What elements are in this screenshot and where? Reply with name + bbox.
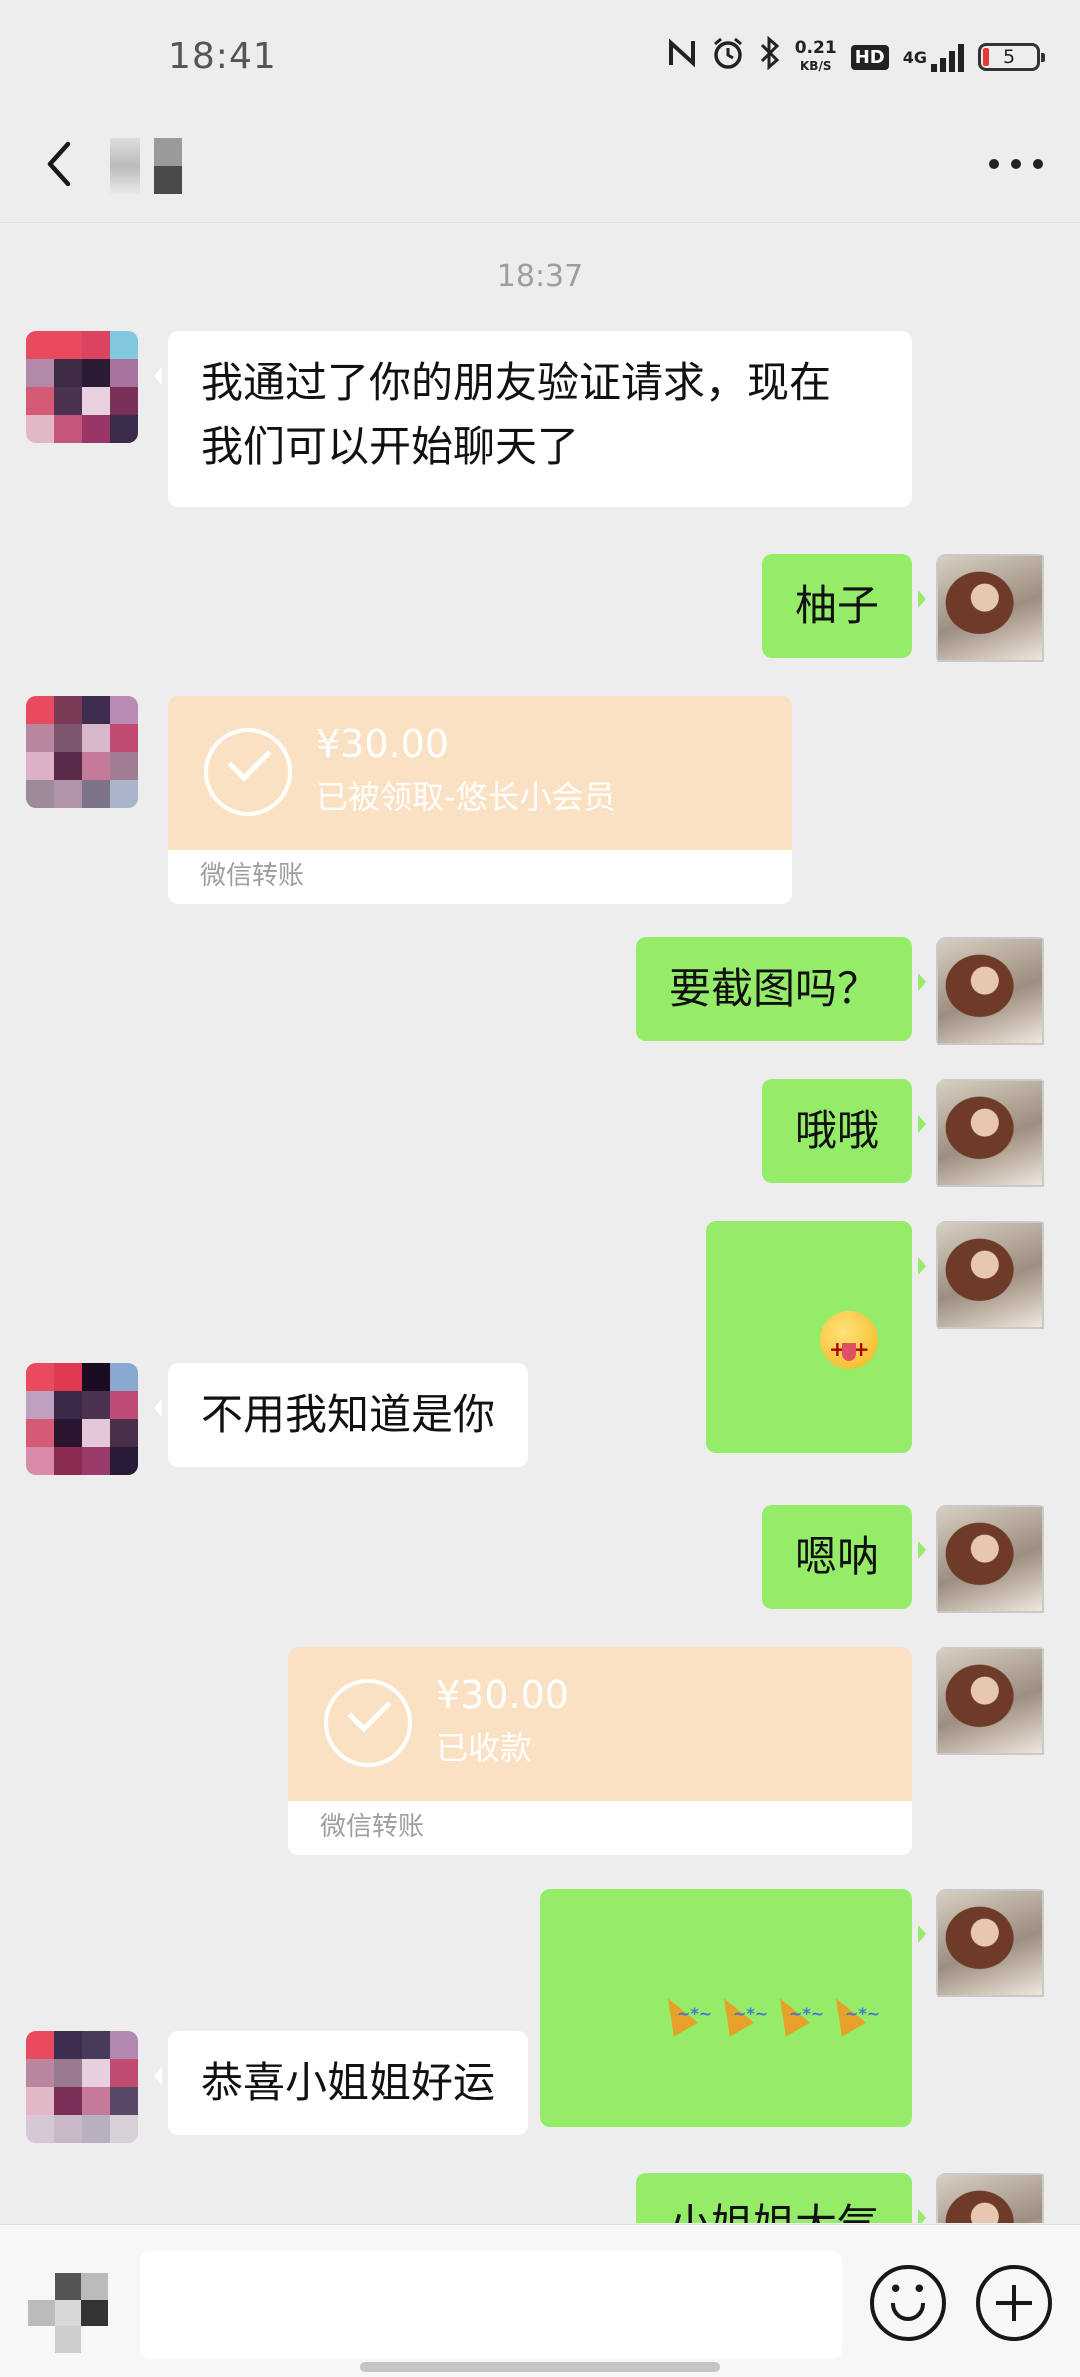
signal-icon (931, 42, 964, 72)
transfer-card[interactable]: ¥30.00 已收款 微信转账 (288, 1647, 912, 1855)
user-avatar[interactable] (936, 1221, 1048, 1333)
net-speed: 0.21 KB/S (795, 39, 837, 75)
user-avatar[interactable] (936, 1647, 1048, 1759)
check-circle-icon (324, 1679, 412, 1767)
battery-icon: 5 (978, 43, 1045, 71)
user-avatar[interactable] (936, 1079, 1048, 1191)
party-popper-icon (715, 1982, 768, 2046)
chat-header (0, 110, 1080, 223)
party-popper-icon (771, 1982, 824, 2046)
transfer-card-body: ¥30.00 已被领取-悠长小会员 (168, 696, 792, 850)
message-bubble[interactable]: 我通过了你的朋友验证请求，现在 我们可以开始聊天了 (154, 331, 912, 507)
contact-avatar[interactable] (26, 696, 138, 808)
input-bar (0, 2224, 1080, 2377)
message-input[interactable] (140, 2251, 842, 2359)
message-row: ¥30.00 已收款 微信转账 (0, 1647, 1080, 1857)
net-speed-value: 0.21 (794, 38, 837, 58)
message-row: 要截图吗？ (0, 937, 1080, 1049)
message-bubble[interactable]: 恭喜小姐姐好运 (153, 2031, 529, 2135)
message-row: 恭喜小姐姐好运 (0, 2031, 1080, 2143)
user-avatar[interactable] (936, 937, 1048, 1049)
plus-circle-icon[interactable] (976, 2265, 1052, 2341)
smiley-face-icon[interactable] (870, 2265, 946, 2341)
user-avatar[interactable] (936, 554, 1048, 666)
status-time: 18:41 (168, 36, 277, 77)
user-avatar[interactable] (936, 1505, 1048, 1617)
message-bubble[interactable]: 嗯呐 (761, 1505, 927, 1609)
contact-avatar[interactable] (26, 331, 138, 443)
transfer-footer: 微信转账 (200, 861, 305, 891)
user-avatar[interactable] (936, 2173, 1048, 2223)
transfer-footer: 微信转账 (320, 1812, 425, 1842)
status-icons: 0.21 KB/S HD 4G 5 (667, 35, 1045, 78)
more-dots-icon[interactable] (984, 144, 1048, 184)
contact-avatar[interactable] (26, 1363, 138, 1475)
message-bubble[interactable]: 柚子 (761, 554, 927, 658)
contact-avatar[interactable] (26, 2031, 138, 2143)
transfer-status: 已被领取-悠长小会员 (316, 778, 616, 816)
home-indicator[interactable] (360, 2362, 720, 2372)
transfer-status: 已收款 (436, 1729, 533, 1767)
message-row (0, 1889, 1080, 2127)
dizzy-tongue-face-icon (820, 1310, 878, 1381)
message-bubble[interactable]: 小姐姐大气 (635, 2173, 927, 2223)
message-row: 小姐姐大气 (0, 2173, 1080, 2223)
message-timestamp: 18:37 (496, 259, 584, 294)
check-circle-icon (204, 728, 292, 816)
hd-badge: HD (850, 44, 889, 70)
message-bubble[interactable]: 不用我知道是你 (153, 1363, 529, 1467)
transfer-amount: ¥30.00 (316, 722, 449, 766)
message-bubble[interactable]: 哦哦 (761, 1079, 927, 1183)
contact-name-mosaic (110, 138, 140, 194)
status-bar: 18:41 0.21 KB/S HD 4G 5 (0, 0, 1080, 110)
transfer-card-body: ¥30.00 已收款 (288, 1647, 912, 1801)
bluetooth-icon (759, 35, 781, 78)
message-bubble[interactable]: 要截图吗？ (635, 937, 927, 1041)
message-row: 嗯呐 (0, 1505, 1080, 1617)
contact-name-mosaic (154, 138, 182, 194)
party-popper-icon (659, 1982, 712, 2046)
battery-level: 5 (1002, 46, 1016, 68)
message-row: ¥30.00 已被领取-悠长小会员 微信转账 (0, 696, 1080, 906)
network-type: 4G (902, 47, 927, 67)
message-row (0, 1221, 1080, 1453)
chevron-left-icon[interactable] (32, 134, 92, 194)
chat-messages[interactable]: 18:37 我通过了你的朋友验证请求，现在 我们可以开始聊天了 柚子 ¥30.0… (0, 223, 1080, 2223)
message-row: 不用我知道是你 (0, 1363, 1080, 1475)
alarm-icon (711, 36, 745, 78)
transfer-amount: ¥30.00 (436, 1673, 569, 1717)
voice-input-icon[interactable] (28, 2273, 108, 2353)
net-speed-unit: KB/S (800, 59, 832, 73)
user-avatar[interactable] (936, 1889, 1048, 2001)
message-row: 我通过了你的朋友验证请求，现在 我们可以开始聊天了 (0, 331, 1080, 511)
message-row: 哦哦 (0, 1079, 1080, 1191)
contact-name[interactable] (110, 136, 196, 196)
message-row: 柚子 (0, 554, 1080, 666)
party-popper-icon (827, 1982, 880, 2046)
transfer-card[interactable]: ¥30.00 已被领取-悠长小会员 微信转账 (168, 696, 792, 904)
nfc-icon (667, 37, 697, 77)
